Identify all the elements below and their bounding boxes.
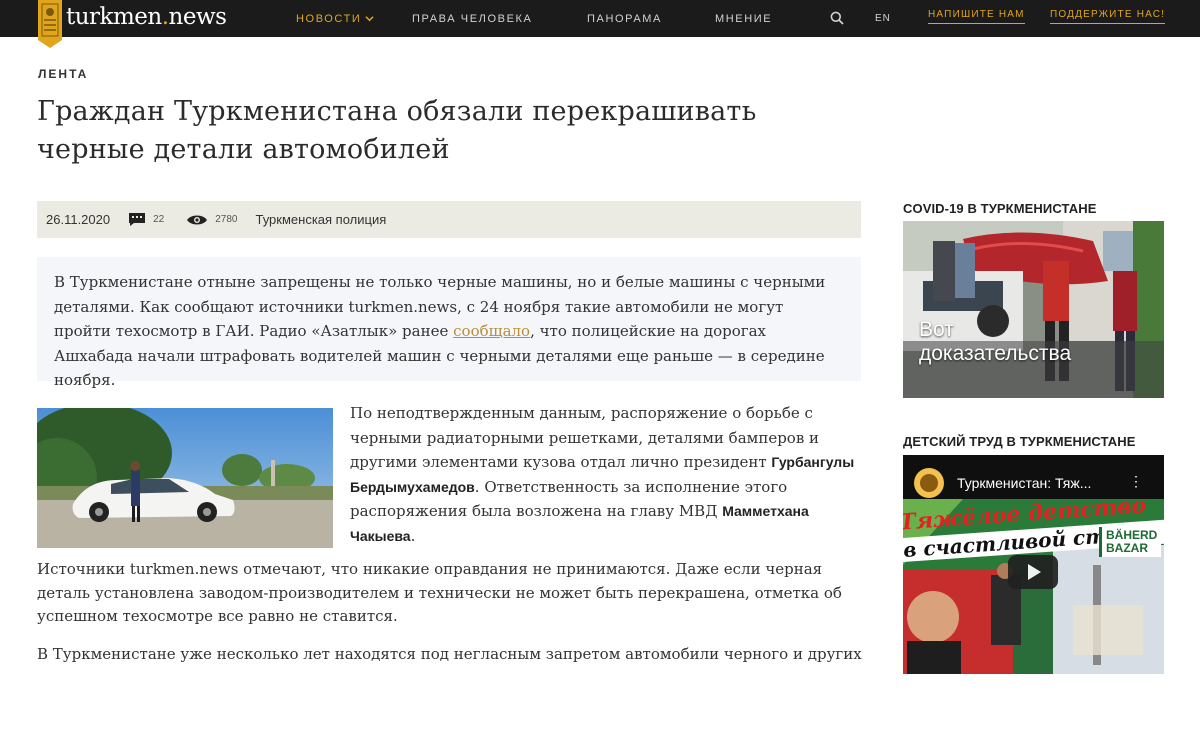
article-lead: В Туркменистане отныне запрещены не толь… (37, 257, 861, 389)
paragraph-text: . (410, 526, 416, 545)
nav-item-panorama[interactable]: ПАНОРАМА (587, 0, 662, 37)
article-tag[interactable]: Туркменская полиция (255, 212, 386, 227)
chevron-down-icon (365, 16, 375, 22)
covid-promo-image (903, 221, 1164, 398)
article-paragraph: Источники turkmen.news отмечают, что ник… (37, 560, 842, 625)
comments-count[interactable]: 22 (128, 212, 164, 227)
article-paragraph: В Туркменистане уже несколько лет находя… (37, 645, 862, 663)
article-paragraph: По неподтвержденным данным, распоряжение… (350, 401, 865, 548)
article-photo (37, 408, 333, 548)
sidebar-heading-covid[interactable]: COVID-19 В ТУРКМЕНИСТАНЕ (903, 201, 1096, 216)
article-meta-bar: 26.11.2020 22 2780 Туркменская полиция (37, 201, 861, 238)
nav-label: ПРАВА ЧЕЛОВЕКА (412, 12, 533, 25)
covid-promo-card[interactable]: Вот доказательства (903, 221, 1164, 398)
caption-line: доказательства (919, 342, 1072, 365)
article-title: Граждан Туркменистана обязали перекрашив… (37, 96, 757, 165)
nav-label: НОВОСТИ (296, 12, 362, 25)
views-count: 2780 (186, 214, 237, 226)
article-date: 26.11.2020 (46, 212, 111, 227)
language-switch[interactable]: EN (875, 0, 891, 37)
nav-label: МНЕНИЕ (715, 12, 773, 25)
top-navigation-bar: turkmen.news НОВОСТИ ПРАВА ЧЕЛОВЕКА ПАНО… (0, 0, 1200, 48)
nav-item-news[interactable]: НОВОСТИ (296, 0, 375, 37)
nav-item-opinion[interactable]: МНЕНИЕ (715, 0, 772, 37)
comment-icon (129, 213, 146, 226)
write-us-button[interactable]: НАПИШИТЕ НАМ (928, 9, 1025, 24)
article-rubric[interactable]: ЛЕНТА (38, 67, 88, 81)
site-logo[interactable]: turkmen.news (36, 0, 227, 48)
search-icon[interactable] (830, 11, 844, 25)
covid-caption: Вот доказательства (919, 318, 1071, 366)
sidebar-heading-child-labor[interactable]: ДЕТСКИЙ ТРУД В ТУРКМЕНИСТАНЕ (903, 434, 1136, 449)
video-title[interactable]: Туркменистан: Тяж... (957, 475, 1091, 491)
youtube-video-embed[interactable]: Туркменистан: Тяж... ⋮ Тяжёлое детство в… (903, 455, 1164, 674)
emblem-icon (38, 0, 62, 48)
nav-item-human-rights[interactable]: ПРАВА ЧЕЛОВЕКА (412, 0, 532, 37)
sign-line: BAZAR (1106, 541, 1148, 555)
comments-value: 22 (153, 214, 165, 225)
source-link[interactable]: сообщало (453, 322, 530, 340)
logo-wordmark: turkmen.news (66, 4, 227, 30)
eye-icon (187, 215, 208, 224)
views-value: 2780 (215, 214, 238, 225)
play-icon[interactable] (1008, 555, 1058, 589)
more-options-icon[interactable]: ⋮ (1129, 473, 1143, 490)
nav-label: ПАНОРАМА (587, 12, 662, 25)
caption-line: Вот (919, 318, 954, 341)
bazar-sign: BÄHERD BAZAR (1099, 527, 1162, 557)
paragraph-text: По неподтвержденным данным, распоряжение… (350, 404, 820, 471)
support-button[interactable]: ПОДДЕРЖИТЕ НАС! (1050, 9, 1166, 24)
